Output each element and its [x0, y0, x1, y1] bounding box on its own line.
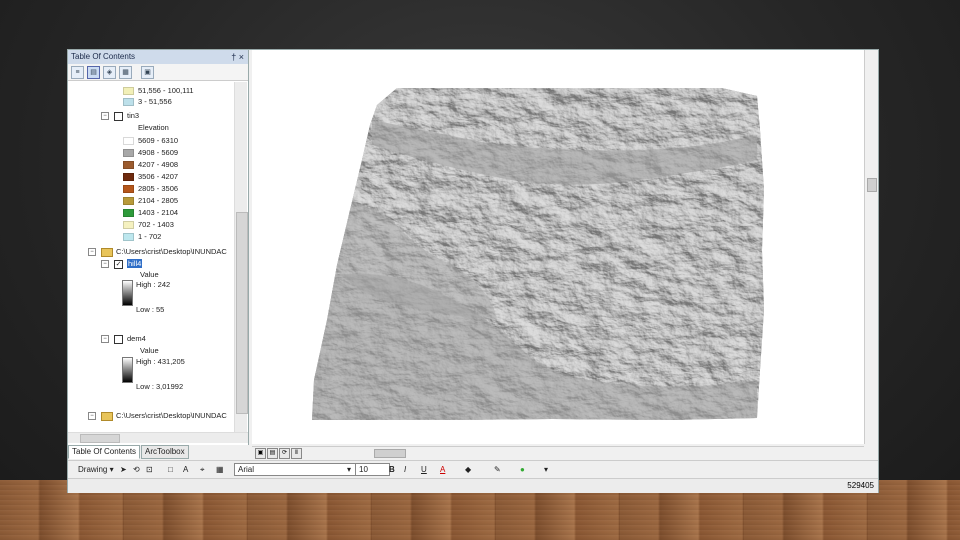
zoom-whole-page-icon[interactable]: ⊡ [146, 464, 153, 475]
bold-button[interactable]: B [389, 464, 395, 475]
arcmap-window: Table Of Contents † × ≡ ▤ ◈ ▦ ▣ 51,556 -… [67, 49, 879, 493]
legend-class: 3506 - 4207 [123, 172, 178, 182]
layer-visibility-checkbox[interactable]: ✓ [114, 259, 123, 269]
dem-gradient-ramp [122, 357, 133, 383]
font-name-field[interactable]: Arial [234, 463, 357, 476]
fill-color-icon[interactable]: ◆ [465, 464, 471, 475]
folder-icon [101, 411, 113, 421]
layer-tin3[interactable]: − tin3 [101, 111, 139, 121]
list-by-visibility-icon[interactable]: ◈ [103, 65, 116, 79]
collapse-icon[interactable]: − [101, 112, 109, 121]
toc-hscroll-thumb[interactable] [80, 434, 120, 443]
status-bar: 529405 [68, 478, 878, 493]
legend-class: 1 - 702 [123, 232, 161, 242]
map-scroll-thumb[interactable] [867, 178, 877, 192]
data-folder-inundac[interactable]: − C:\Users\crist\Desktop\INUNDAC [88, 247, 227, 257]
data-view-icon[interactable]: ▣ [255, 448, 266, 459]
text-style-icon[interactable]: ▦ [216, 464, 224, 475]
drawing-menu[interactable]: Drawing ▾ [78, 464, 114, 475]
font-color-button[interactable]: A [440, 464, 445, 475]
refresh-view-icon[interactable]: ⟳ [279, 448, 290, 459]
drawing-toolbar: Drawing ▾ ➤ ⟲ ⊡ □ A ⌖ ▦ Arial ▾ 10 B I U… [68, 460, 878, 478]
font-size-field[interactable]: 10 [355, 463, 390, 476]
marker-color-icon[interactable]: ● [520, 464, 525, 475]
toc-horizontal-scrollbar[interactable] [68, 432, 248, 443]
map-hscroll-thumb[interactable] [374, 449, 406, 458]
italic-button[interactable]: I [404, 464, 406, 475]
legend-heading: Value [140, 270, 159, 279]
toc-vertical-scrollbar[interactable] [234, 82, 248, 432]
options-icon[interactable]: ▣ [141, 65, 154, 79]
legend-class: 4908 - 5609 [123, 148, 178, 158]
tab-arctoolbox[interactable]: ArcToolbox [141, 445, 189, 459]
legend-low: Low : 55 [136, 305, 165, 314]
toc-title-bar: Table Of Contents † × [68, 50, 248, 64]
rectangle-icon[interactable]: □ [168, 464, 173, 475]
toc-toolbar: ≡ ▤ ◈ ▦ ▣ [68, 64, 248, 81]
layer-visibility-checkbox[interactable] [114, 334, 123, 344]
legend-class: 1403 - 2104 [123, 208, 178, 218]
pause-drawing-icon[interactable]: Ⅱ [291, 448, 302, 459]
legend-high: High : 431,205 [136, 357, 185, 366]
legend-class: 702 - 1403 [123, 220, 174, 230]
panel-tabs: Table Of Contents ArcToolbox [68, 445, 248, 459]
list-by-selection-icon[interactable]: ▦ [119, 65, 132, 79]
layer-hill4[interactable]: − ✓ hill4 [101, 259, 143, 269]
underline-button[interactable]: U [421, 464, 427, 475]
map-view[interactable] [252, 50, 864, 444]
edit-vertices-icon[interactable]: ⌖ [200, 464, 205, 475]
legend-class: 2104 - 2805 [123, 196, 178, 206]
legend-class: 4207 - 4908 [123, 160, 178, 170]
list-by-source-icon[interactable]: ▤ [87, 65, 100, 79]
legend-class: 51,556 - 100,111 [123, 86, 194, 96]
collapse-icon[interactable]: − [88, 248, 96, 257]
folder-icon [101, 247, 113, 257]
hillshade-gradient-ramp [122, 280, 133, 306]
rotate-icon[interactable]: ⟲ [133, 464, 140, 475]
toc-layer-list: 51,556 - 100,111 3 - 51,556 − tin3 Elevat… [68, 82, 234, 432]
collapse-icon[interactable]: − [101, 260, 109, 269]
legend-heading: Value [140, 346, 159, 355]
legend-low: Low : 3,01992 [136, 382, 184, 391]
toc-scroll-thumb[interactable] [236, 212, 248, 414]
collapse-icon[interactable]: − [88, 412, 96, 421]
list-by-drawing-order-icon[interactable]: ≡ [71, 65, 84, 79]
coordinate-readout: 529405 [847, 481, 874, 490]
line-color-icon[interactable]: ✎ [494, 464, 501, 475]
layer-visibility-checkbox[interactable] [114, 111, 123, 121]
font-name-dropdown-icon[interactable]: ▾ [347, 464, 351, 475]
map-horizontal-scrollbar[interactable]: ▣ ▤ ⟳ Ⅱ [252, 446, 864, 459]
toc-title-controls[interactable]: † × [231, 50, 244, 64]
data-folder-inundac[interactable]: − C:\Users\crist\Desktop\INUNDAC [88, 411, 227, 421]
select-elements-icon[interactable]: ➤ [120, 464, 127, 475]
layer-dem4[interactable]: − dem4 [101, 334, 146, 344]
legend-class: 2805 - 3506 [123, 184, 178, 194]
toolbar-options-icon[interactable]: ▾ [544, 464, 548, 475]
selected-layer-name[interactable]: hill4 [127, 259, 143, 268]
layout-view-icon[interactable]: ▤ [267, 448, 278, 459]
tab-table-of-contents[interactable]: Table Of Contents [68, 445, 141, 459]
legend-high: High : 242 [136, 280, 171, 289]
hillshade-raster [312, 88, 764, 420]
legend-class: 5609 - 6310 [123, 136, 178, 146]
legend-class: 3 - 51,556 [123, 97, 172, 107]
collapse-icon[interactable]: − [101, 335, 109, 344]
table-of-contents-panel: Table Of Contents † × ≡ ▤ ◈ ▦ ▣ 51,556 -… [68, 50, 249, 445]
new-text-icon[interactable]: A [183, 464, 188, 475]
map-vertical-scrollbar[interactable] [864, 50, 878, 444]
toc-title: Table Of Contents [71, 52, 136, 61]
legend-heading: Elevation [138, 123, 169, 132]
